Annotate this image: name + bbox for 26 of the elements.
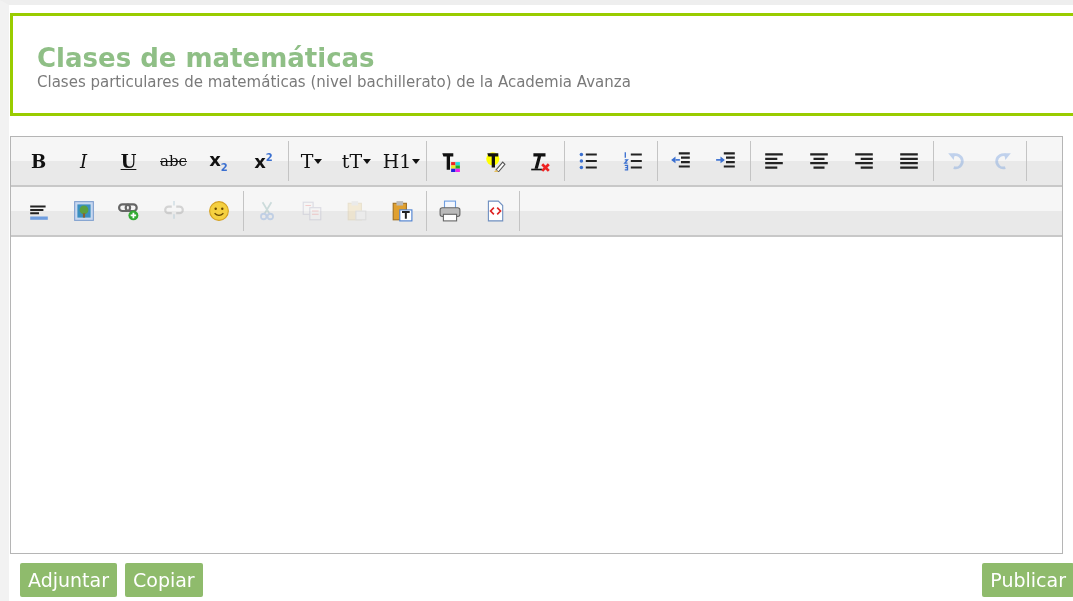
- font-size-button[interactable]: tT: [334, 143, 379, 179]
- image-icon: [72, 200, 95, 222]
- italic-button[interactable]: I: [61, 143, 106, 179]
- link-icon: [117, 200, 140, 222]
- paste-icon: [345, 200, 368, 222]
- underline-button[interactable]: U: [106, 143, 151, 179]
- page-subtitle: Clases particulares de matemáticas (nivel bachillerato) de la Academia Avanza: [37, 73, 631, 91]
- smiley-icon: [207, 200, 230, 222]
- copy-icon: [300, 200, 323, 222]
- superscript-button[interactable]: x$^{2}$: [241, 143, 286, 179]
- font-button[interactable]: T: [289, 143, 334, 179]
- numbered-list-icon: [621, 150, 644, 172]
- align-right-icon: [852, 150, 875, 172]
- justify-icon: [897, 150, 920, 172]
- subscript-button[interactable]: x$_{2}$: [196, 143, 241, 179]
- unlink-icon: [162, 200, 185, 222]
- page-title: Clases de matemáticas: [37, 43, 375, 73]
- align-left-icon: [762, 150, 785, 172]
- heading-button[interactable]: H1: [379, 143, 424, 179]
- bold-button[interactable]: B: [16, 143, 61, 179]
- paste-text-icon: [390, 200, 413, 222]
- highlight-icon: [483, 150, 506, 172]
- align-center-icon: [807, 150, 830, 172]
- clear-format-icon: [528, 150, 551, 172]
- print-icon: [438, 200, 461, 222]
- strikethrough-button[interactable]: abc: [151, 143, 196, 179]
